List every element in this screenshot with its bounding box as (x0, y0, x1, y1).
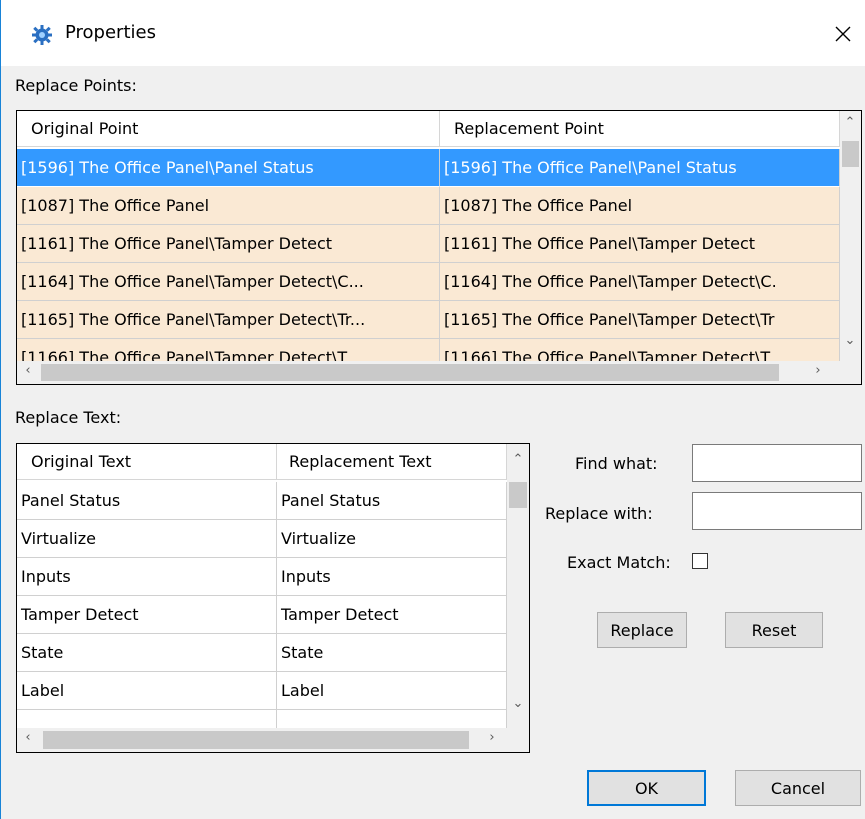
table-row[interactable]: Virtualize Virtualize (17, 520, 507, 558)
scrollbar-thumb[interactable] (43, 731, 469, 749)
table-row[interactable]: State State (17, 634, 507, 672)
chevron-right-icon[interactable]: › (809, 363, 827, 378)
close-button[interactable] (823, 16, 863, 52)
vertical-scrollbar[interactable]: ⌃ ⌄ (507, 444, 529, 728)
vertical-scrollbar[interactable]: ⌃ ⌄ (840, 111, 861, 361)
table-row[interactable]: [1087] The Office Panel [1087] The Offic… (17, 187, 840, 225)
column-header-original-text[interactable]: Original Text (17, 444, 277, 480)
table-header: Original Text Replacement Text (17, 444, 507, 480)
column-header-replacement-point[interactable]: Replacement Point (440, 111, 840, 147)
exact-match-label: Exact Match: (567, 553, 671, 572)
ok-button[interactable]: OK (587, 770, 706, 806)
chevron-right-icon[interactable]: › (483, 730, 501, 745)
table-row[interactable]: [1596] The Office Panel\Panel Status [15… (17, 149, 840, 187)
exact-match-checkbox[interactable] (692, 553, 708, 569)
column-header-original-point[interactable]: Original Point (17, 111, 440, 147)
table-header: Original Point Replacement Point (17, 111, 840, 147)
cancel-button[interactable]: Cancel (735, 770, 861, 806)
replace-with-input[interactable] (692, 492, 862, 530)
column-header-replacement-text[interactable]: Replacement Text (277, 444, 507, 480)
replace-text-label: Replace Text: (15, 408, 122, 427)
table-row[interactable]: Inputs Inputs (17, 558, 507, 596)
replace-text-table[interactable]: Original Text Replacement Text Panel Sta… (16, 443, 530, 753)
close-icon (835, 26, 851, 42)
scrollbar-thumb[interactable] (842, 141, 859, 167)
table-body: [1596] The Office Panel\Panel Status [15… (17, 149, 840, 361)
table-row[interactable] (17, 710, 507, 728)
table-row[interactable]: [1161] The Office Panel\Tamper Detect [1… (17, 225, 840, 263)
table-row[interactable]: Tamper Detect Tamper Detect (17, 596, 507, 634)
find-what-input[interactable] (692, 444, 862, 482)
horizontal-scrollbar[interactable]: ‹ › (17, 728, 529, 752)
table-row[interactable]: Label Label (17, 672, 507, 710)
chevron-down-icon[interactable]: ⌄ (841, 333, 859, 348)
chevron-up-icon[interactable]: ⌃ (841, 115, 859, 130)
scrollbar-thumb[interactable] (509, 482, 527, 508)
chevron-left-icon[interactable]: ‹ (19, 730, 37, 745)
replace-with-label: Replace with: (545, 504, 653, 523)
table-body: Panel Status Panel Status Virtualize Vir… (17, 482, 507, 728)
find-what-label: Find what: (575, 454, 658, 473)
horizontal-scrollbar[interactable]: ‹ › (17, 361, 861, 384)
replace-points-table[interactable]: Original Point Replacement Point [1596] … (16, 110, 862, 385)
replace-points-label: Replace Points: (15, 76, 137, 95)
table-row[interactable]: [1164] The Office Panel\Tamper Detect\C.… (17, 263, 840, 301)
replace-button[interactable]: Replace (597, 612, 687, 648)
chevron-down-icon[interactable]: ⌄ (509, 696, 527, 711)
title-bar: Properties (1, 0, 865, 66)
gear-icon (32, 25, 52, 45)
chevron-left-icon[interactable]: ‹ (19, 363, 37, 378)
scrollbar-thumb[interactable] (41, 364, 779, 381)
reset-button[interactable]: Reset (725, 612, 823, 648)
window-title: Properties (65, 22, 156, 43)
table-row[interactable]: [1165] The Office Panel\Tamper Detect\Tr… (17, 301, 840, 339)
table-row[interactable]: [1166] The Office Panel\Tamper Detect\T.… (17, 339, 840, 361)
chevron-up-icon[interactable]: ⌃ (509, 452, 527, 467)
properties-dialog: Properties Replace Points: Original Poin… (0, 0, 865, 819)
table-row[interactable]: Panel Status Panel Status (17, 482, 507, 520)
